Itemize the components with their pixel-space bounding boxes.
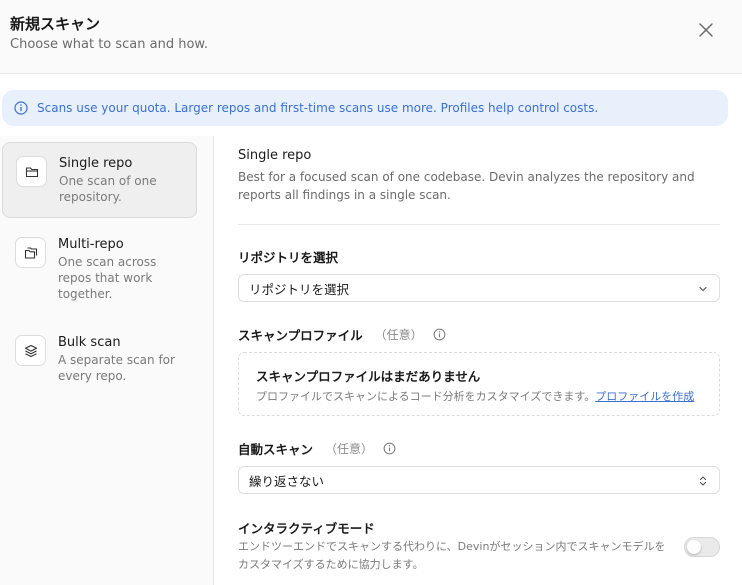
scan-type-single-repo[interactable]: Single repo One scan of one repository.: [2, 142, 197, 218]
optional-tag: （任意）: [374, 328, 423, 342]
repository-label: リポジトリを選択: [238, 250, 339, 265]
close-button[interactable]: [694, 18, 718, 42]
empty-state-description: プロファイルでスキャンによるコード分析をカスタマイズできます。プロファイルを作成: [256, 390, 695, 403]
repository-select[interactable]: リポジトリを選択: [238, 274, 720, 302]
quota-banner-text: Scans use your quota. Larger repos and f…: [37, 101, 599, 115]
quota-banner: Scans use your quota. Larger repos and f…: [2, 90, 728, 126]
details-title: Single repo: [238, 148, 312, 163]
scan-type-multi-repo[interactable]: Multi-repo One scan across repos that wo…: [2, 224, 197, 304]
close-icon: [699, 23, 713, 37]
interactive-mode-description: エンドツーエンドでスキャンする代わりに、Devinがセッション内でスキャンモデル…: [238, 540, 666, 571]
interactive-mode-label: インタラクティブモード: [238, 521, 375, 536]
dialog-title: 新規スキャン: [10, 15, 101, 33]
info-icon[interactable]: [383, 442, 396, 455]
details-description: Best for a focused scan of one codebase.…: [238, 170, 695, 202]
empty-state-title: スキャンプロファイルはまだありません: [256, 369, 481, 384]
scan-type-description: A separate scan for every repo.: [58, 353, 175, 383]
divider: [238, 224, 720, 225]
create-profile-link[interactable]: プロファイルを作成: [595, 390, 694, 403]
scan-profile-empty-state: スキャンプロファイルはまだありません プロファイルでスキャンによるコード分析をカ…: [238, 352, 720, 416]
scan-profile-label: スキャンプロファイル （任意）: [238, 325, 446, 344]
scan-type-description: One scan across repos that work together…: [58, 255, 157, 301]
scan-type-title: Bulk scan: [58, 335, 121, 350]
info-icon: [14, 101, 28, 115]
folders-icon: [24, 246, 37, 259]
repository-select-value: リポジトリを選択: [249, 281, 350, 297]
optional-tag: （任意）: [325, 442, 374, 456]
dialog-subtitle: Choose what to scan and how.: [10, 37, 208, 52]
interactive-mode-toggle[interactable]: [684, 537, 720, 557]
auto-scan-select[interactable]: 繰り返さない: [238, 466, 720, 494]
layers-icon: [24, 344, 37, 357]
chevron-up-down-icon: [699, 476, 707, 486]
chevron-down-icon: [699, 286, 707, 292]
info-icon[interactable]: [433, 328, 446, 341]
scan-type-title: Single repo: [59, 156, 133, 171]
dialog-header: 新規スキャン Choose what to scan and how.: [0, 0, 742, 74]
toggle-knob: [687, 540, 701, 554]
auto-scan-label: 自動スキャン （任意）: [238, 439, 396, 458]
scan-type-bulk-scan[interactable]: Bulk scan A separate scan for every repo…: [2, 322, 197, 386]
scan-type-title: Multi-repo: [58, 237, 124, 252]
folder-icon: [25, 166, 38, 177]
auto-scan-select-value: 繰り返さない: [249, 473, 325, 489]
scan-type-sidebar: Single repo One scan of one repository. …: [0, 136, 214, 585]
scan-type-description: One scan of one repository.: [59, 174, 157, 204]
